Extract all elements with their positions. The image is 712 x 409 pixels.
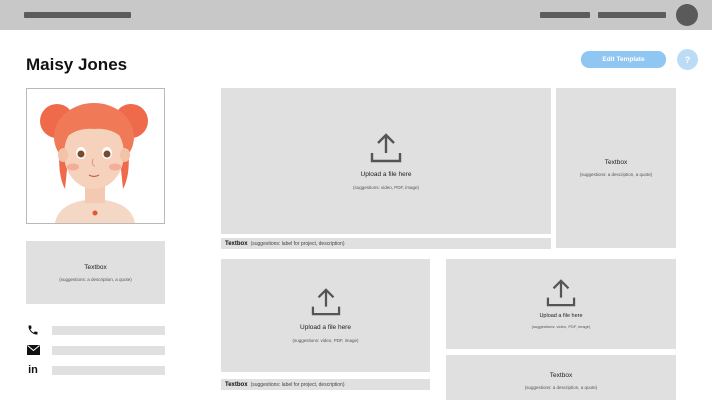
upload-icon <box>311 288 340 316</box>
textbox-subtitle: (suggestions: a description, a quote) <box>59 276 132 282</box>
avatar-illustration <box>27 89 164 223</box>
textbox-right-bottom[interactable]: Textbox (suggestions: a description, a q… <box>446 355 676 400</box>
upload-icon <box>546 279 576 307</box>
page-title: Maisy Jones <box>26 55 128 74</box>
linkedin-icon[interactable]: in <box>26 363 40 377</box>
caption-bold: Textbox <box>225 381 248 388</box>
phone-icon[interactable] <box>26 323 40 337</box>
email-field[interactable] <box>52 346 165 355</box>
textbox-title: Textbox <box>604 159 628 166</box>
upload-area-mid[interactable]: Upload a file here (suggestions: video, … <box>221 259 430 372</box>
upload-subtitle: (suggestions: video, PDF, image) <box>292 338 359 343</box>
caption-text: (suggestions: label for project, descrip… <box>250 240 345 247</box>
textbox-right-top[interactable]: Textbox (suggestions: a description, a q… <box>556 88 676 248</box>
textbox-subtitle: (suggestions: a description, a quote) <box>579 172 653 177</box>
nav-link-placeholder-2[interactable] <box>598 12 666 18</box>
nav-logo-placeholder[interactable] <box>24 12 131 18</box>
profile-image[interactable] <box>26 88 165 224</box>
profile-textbox[interactable]: Textbox (suggestions: a description, a q… <box>26 241 165 304</box>
caption-bold: Textbox <box>225 240 248 247</box>
mail-icon[interactable] <box>26 343 40 357</box>
upload-title: Upload a file here <box>539 313 583 319</box>
user-avatar[interactable] <box>676 4 698 26</box>
phone-field[interactable] <box>52 326 165 335</box>
linkedin-field[interactable] <box>52 366 165 375</box>
upload-area-right[interactable]: Upload a file here (suggestions: video, … <box>446 259 676 349</box>
project-caption-1[interactable]: Textbox (suggestions: label for project,… <box>221 238 551 249</box>
upload-subtitle: (suggestions: video, PDF, image) <box>531 324 591 329</box>
upload-area-large[interactable]: Upload a file here (suggestions: video, … <box>221 88 551 234</box>
nav-link-placeholder-1[interactable] <box>540 12 590 18</box>
textbox-title: Textbox <box>84 263 107 271</box>
textbox-title: Textbox <box>549 371 573 379</box>
upload-title: Upload a file here <box>360 170 412 178</box>
textbox-subtitle: (suggestions: a description, a quote) <box>524 384 598 390</box>
help-button[interactable]: ? <box>677 49 698 70</box>
project-caption-2[interactable]: Textbox (suggestions: label for project,… <box>221 379 430 390</box>
caption-text: (suggestions: label for project, descrip… <box>250 381 345 388</box>
upload-subtitle: (suggestions: video, PDF, image) <box>352 184 420 190</box>
upload-title: Upload a file here <box>300 324 351 331</box>
edit-template-button[interactable]: Edit Template <box>581 51 666 68</box>
upload-icon <box>370 132 402 162</box>
